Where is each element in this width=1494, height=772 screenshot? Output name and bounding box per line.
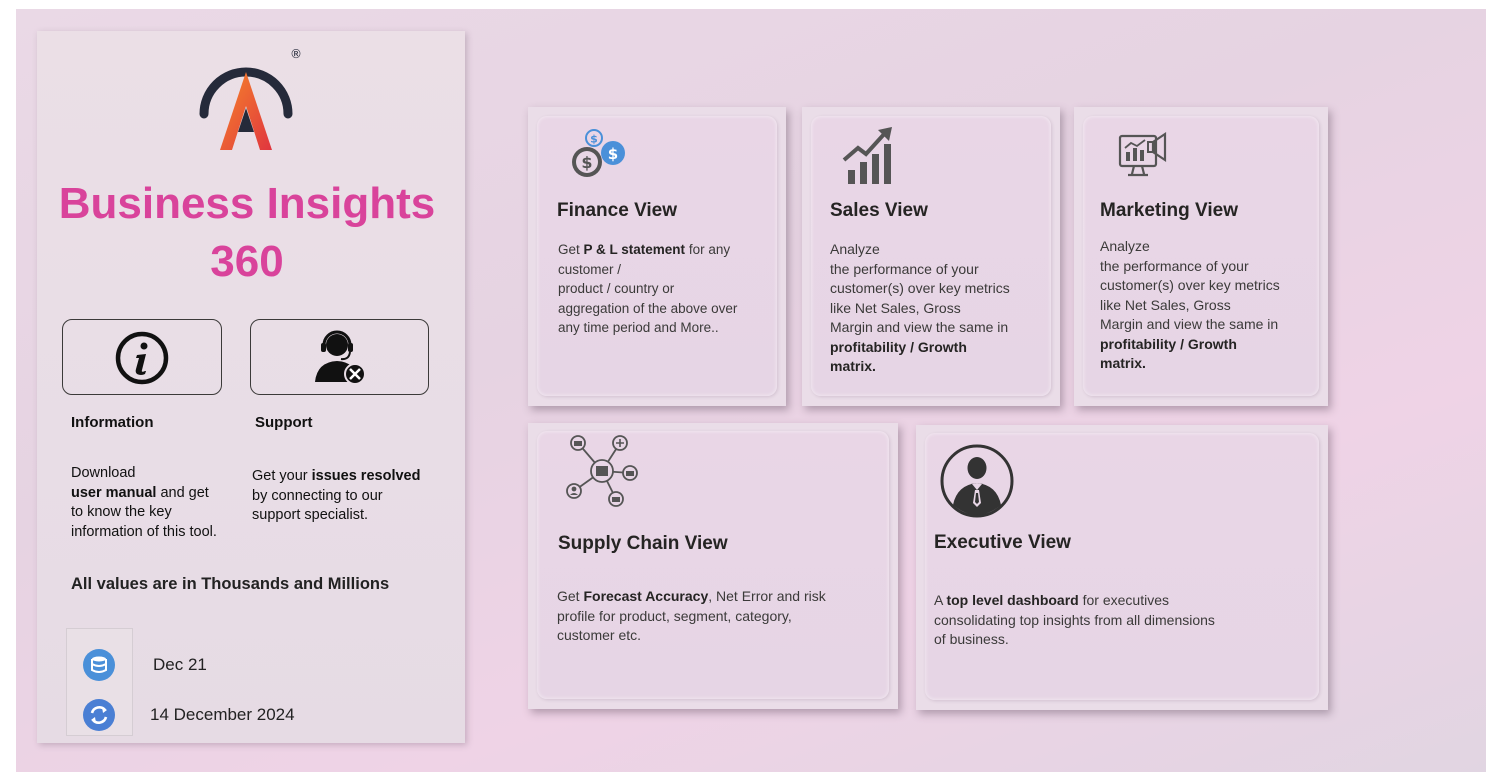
information-button[interactable] xyxy=(62,319,222,395)
svg-text:$: $ xyxy=(581,153,592,172)
sales-view-title: Sales View xyxy=(830,200,928,221)
marketing-desc-line: profitability / Growth xyxy=(1100,335,1280,355)
executive-view-description: A top level dashboard for executives con… xyxy=(934,591,1215,650)
information-description: Download user manual and get to know the… xyxy=(71,464,217,542)
money-coins-icon: $ $ $ xyxy=(572,129,625,177)
executive-desc-bold: top level dashboard xyxy=(946,592,1079,608)
sales-desc-line: Margin and view the same in xyxy=(830,319,1009,335)
app-title: Business Insights 360 xyxy=(37,175,457,291)
sales-desc-bold: profitability / Growth xyxy=(830,338,967,355)
marketing-desc-line: Analyze xyxy=(1100,238,1150,254)
finance-view-description: Get P & L statement for any customer / p… xyxy=(558,240,737,338)
user-manual-link[interactable]: user manual xyxy=(71,485,156,501)
supply-desc-line: Get Forecast Accuracy, Net Error and ris… xyxy=(557,587,826,607)
refresh-icon xyxy=(83,699,115,731)
executive-desc-text: for executives xyxy=(1078,592,1169,608)
finance-desc-text: for any xyxy=(685,242,731,257)
svg-text:$: $ xyxy=(608,145,618,163)
marketing-desc-line: customer(s) over key metrics xyxy=(1100,277,1280,293)
finance-desc-line: Get P & L statement for any xyxy=(558,240,737,260)
marketing-desc-line: Margin and view the same in xyxy=(1100,316,1279,332)
marketing-desc-line: matrix. xyxy=(1100,354,1280,374)
info-desc-line: user manual and get xyxy=(71,484,217,504)
supply-desc-bold: Forecast Accuracy xyxy=(583,588,709,604)
info-desc-line: information of this tool. xyxy=(71,523,217,540)
sales-desc-line: matrix. xyxy=(830,357,1010,377)
finance-desc-line: aggregation of the above over xyxy=(558,300,738,316)
info-desc-line: Download xyxy=(71,465,136,481)
support-desc-line: by connecting to our xyxy=(252,487,383,504)
support-desc-text: Get your xyxy=(252,468,312,484)
information-label: Information xyxy=(71,414,154,431)
supply-desc-text: , Net Error and risk xyxy=(708,588,826,604)
units-note: All values are in Thousands and Millions xyxy=(71,575,390,593)
marketing-monitor-icon xyxy=(1118,131,1167,177)
supply-desc-line: profile for product, segment, category, xyxy=(557,607,792,624)
sales-desc-line: like Net Sales, Gross xyxy=(830,299,961,316)
svg-text:®: ® xyxy=(290,47,302,61)
sales-desc-line: profitability / Growth xyxy=(830,338,1010,358)
atliq-logo: ® xyxy=(199,47,302,150)
app-title-line1: Business Insights xyxy=(58,179,436,228)
info-desc-line: to know the key xyxy=(71,504,172,520)
growth-chart-icon xyxy=(842,127,892,184)
support-description: Get your issues resolved by connecting t… xyxy=(252,467,420,526)
marketing-view-description: Analyze the performance of your customer… xyxy=(1100,237,1280,374)
sales-view-description: Analyze the performance of your customer… xyxy=(830,240,1010,377)
finance-view-title: Finance View xyxy=(557,200,678,221)
sales-desc-bold: matrix. xyxy=(830,358,876,374)
support-desc-line: Get your issues resolved xyxy=(252,467,420,487)
marketing-desc-bold: profitability / Growth xyxy=(1100,335,1237,352)
marketing-desc-bold: matrix. xyxy=(1100,355,1146,371)
support-desc-bold: issues resolved xyxy=(311,468,421,484)
data-date: Dec 21 xyxy=(153,655,207,674)
info-desc-text: and get xyxy=(156,484,209,501)
date-icons-box xyxy=(66,628,133,736)
sales-desc-line: customer(s) over key metrics xyxy=(830,280,1010,296)
finance-desc-line: product / country or xyxy=(558,281,675,296)
finance-desc-line: customer / xyxy=(558,261,622,277)
database-icon xyxy=(83,649,115,681)
supply-desc-text: Get xyxy=(557,588,584,604)
marketing-desc-line: like Net Sales, Gross xyxy=(1100,296,1231,313)
sales-desc-line: the performance of your xyxy=(830,260,979,277)
support-agent-icon xyxy=(315,330,366,385)
executive-view-title: Executive View xyxy=(934,532,1071,553)
marketing-view-title: Marketing View xyxy=(1100,200,1238,221)
executive-desc-line: of business. xyxy=(934,631,1009,647)
refresh-date: 14 December 2024 xyxy=(150,705,295,724)
executive-desc-line: A top level dashboard for executives xyxy=(934,591,1215,611)
support-label: Support xyxy=(255,414,313,431)
executive-desc-text: A xyxy=(934,592,947,608)
finance-desc-text: Get xyxy=(558,242,584,257)
support-desc-line: support specialist. xyxy=(252,507,369,523)
finance-desc-bold: P & L statement xyxy=(583,242,686,257)
supply-desc-line: customer etc. xyxy=(557,627,642,643)
support-button[interactable] xyxy=(250,319,429,395)
sales-desc-line: Analyze xyxy=(830,241,880,257)
info-icon xyxy=(115,331,169,385)
svg-text:$: $ xyxy=(590,133,598,146)
supply-network-icon xyxy=(566,435,638,507)
marketing-desc-line: the performance of your xyxy=(1100,257,1249,274)
executive-person-icon xyxy=(940,444,1014,518)
executive-desc-line: consolidating top insights from all dime… xyxy=(934,611,1215,628)
app-title-line2: 360 xyxy=(210,237,284,286)
finance-desc-line: any time period and More.. xyxy=(558,320,719,335)
supply-chain-view-description: Get Forecast Accuracy, Net Error and ris… xyxy=(557,587,826,646)
supply-chain-view-title: Supply Chain View xyxy=(558,533,728,554)
